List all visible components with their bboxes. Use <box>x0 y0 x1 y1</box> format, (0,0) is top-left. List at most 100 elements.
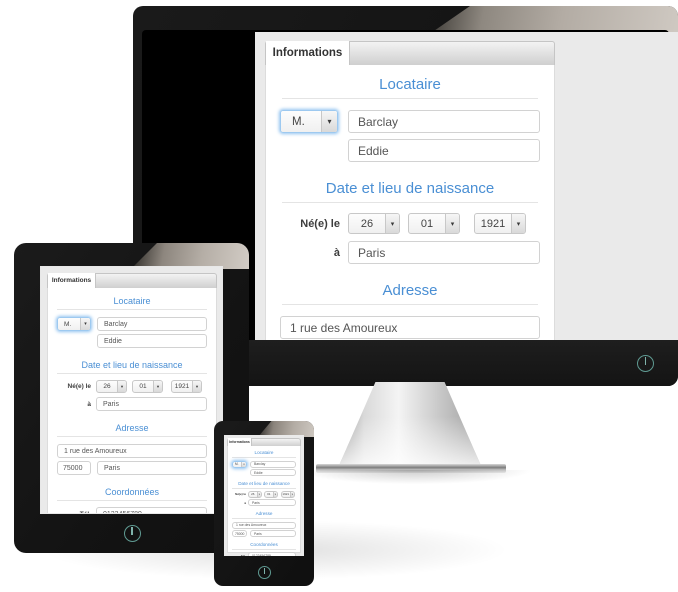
birth-day-select[interactable]: 26 ▾ <box>248 491 262 498</box>
birth-year-select[interactable]: 1921 ▾ <box>474 213 526 234</box>
section-contact-label: Coordonnées <box>104 487 160 497</box>
birth-day-select[interactable]: 26 ▾ <box>96 380 127 393</box>
form-panel: Locataire M. ▾ Barclay Eddie Date et lie… <box>265 65 555 345</box>
power-icon[interactable] <box>123 525 141 542</box>
row-zip-city: 75000 Paris <box>57 461 207 475</box>
firstname-field[interactable]: Eddie <box>250 469 296 476</box>
tab-informations[interactable]: Informations <box>48 273 96 288</box>
select-arrow-icon[interactable]: ▾ <box>289 492 294 497</box>
section-contact-label: Coordonnées <box>250 542 278 547</box>
tel-field[interactable]: 0123456789 <box>96 507 207 514</box>
row-birthplace: à Paris <box>280 241 540 264</box>
city-field[interactable]: Paris <box>97 461 207 475</box>
row-firstname: Eddie <box>232 469 296 476</box>
birth-year-value: 1921 <box>480 217 506 230</box>
phone-app-viewport: Informations Locataire M. ▾ Barclay Eddi… <box>224 435 304 556</box>
birthplace-field[interactable]: Paris <box>248 499 296 506</box>
row-street: 1 rue des Amoureux <box>280 316 540 339</box>
section-tenant-label: Locataire <box>113 296 151 306</box>
row-civility-lastname: M. ▾ Barclay <box>232 460 296 468</box>
row-civility-lastname: M. ▾ Barclay <box>57 317 207 331</box>
birth-year-select[interactable]: 1921 ▾ <box>171 380 202 393</box>
select-arrow-icon[interactable]: ▾ <box>241 461 246 467</box>
select-arrow-icon[interactable]: ▾ <box>321 111 337 132</box>
section-address-label: Adresse <box>255 511 273 516</box>
civility-select[interactable]: M. ▾ <box>57 317 91 331</box>
section-tenant-label: Locataire <box>254 450 274 455</box>
select-arrow-icon[interactable]: ▾ <box>80 318 90 330</box>
power-icon[interactable] <box>258 566 271 579</box>
born-on-label: Né(e) le <box>280 218 340 230</box>
section-heading-birth: Date et lieu de naissance <box>57 352 207 374</box>
birth-month-select[interactable]: 01 ▾ <box>132 380 163 393</box>
birthplace-value: Paris <box>358 245 386 260</box>
section-heading-tenant: Locataire <box>57 288 207 310</box>
civility-select[interactable]: M. ▾ <box>232 460 247 468</box>
select-arrow-icon[interactable]: ▾ <box>272 492 277 497</box>
devices-showcase: Informations Locataire M. ▾ Barclay Eddi… <box>0 0 678 592</box>
born-on-label-text: Né(e) le <box>300 217 340 230</box>
zip-value: 75000 <box>63 464 83 472</box>
desktop-screen: Informations Locataire M. ▾ Barclay Eddi… <box>255 32 678 345</box>
street-field[interactable]: 1 rue des Amoureux <box>280 316 540 339</box>
birth-year-select[interactable]: 1921 ▾ <box>281 491 295 498</box>
select-arrow-icon[interactable]: ▾ <box>511 214 525 233</box>
street-field[interactable]: 1 rue des Amoureux <box>232 521 296 529</box>
firstname-value: Eddie <box>254 470 263 475</box>
section-birth-label: Date et lieu de naissance <box>325 180 495 197</box>
select-arrow-icon[interactable]: ▾ <box>153 381 162 392</box>
zip-value: 75000 <box>235 531 245 536</box>
section-heading-birth: Date et lieu de naissance <box>282 168 538 203</box>
select-arrow-icon[interactable]: ▾ <box>385 214 399 233</box>
birth-month-select[interactable]: 01 ▾ <box>408 213 460 234</box>
tab-informations[interactable]: Informations <box>228 438 252 446</box>
street-value: 1 rue des Amoureux <box>290 320 398 335</box>
tab-informations[interactable]: Informations <box>266 41 350 65</box>
birth-month-value: 01 <box>420 217 434 230</box>
tablet-app-viewport: Informations Locataire M. ▾ Barclay Eddi… <box>41 267 222 513</box>
born-on-label-text: Né(e) le <box>235 492 246 497</box>
section-heading-contact: Coordonnées <box>232 538 296 550</box>
lastname-field[interactable]: Barclay <box>348 110 540 133</box>
birth-day-value: 26 <box>103 383 111 390</box>
civility-select-value: M. <box>64 320 72 328</box>
select-arrow-icon[interactable]: ▾ <box>192 381 201 392</box>
firstname-field[interactable]: Eddie <box>97 334 207 348</box>
city-field[interactable]: Paris <box>250 530 296 537</box>
birthplace-field[interactable]: Paris <box>348 241 540 264</box>
select-arrow-icon[interactable]: ▾ <box>117 381 126 392</box>
row-zip-city: 75000 Paris <box>232 530 296 537</box>
birth-month-select[interactable]: 01 ▾ <box>264 491 278 498</box>
row-tel: Tél. 0123456789 <box>232 552 296 556</box>
lastname-field[interactable]: Barclay <box>97 317 207 331</box>
row-birthplace: à Paris <box>232 499 296 506</box>
firstname-field[interactable]: Eddie <box>348 139 540 162</box>
tab-strip: Informations <box>265 41 555 65</box>
street-field[interactable]: 1 rue des Amoureux <box>57 444 207 458</box>
lastname-field[interactable]: Barclay <box>250 460 296 468</box>
birth-day-select[interactable]: 26 ▾ <box>348 213 400 234</box>
civility-select[interactable]: M. ▾ <box>280 110 338 133</box>
born-on-label: Né(e) le <box>232 492 246 496</box>
city-value: Paris <box>104 464 120 472</box>
select-arrow-icon[interactable]: ▾ <box>256 492 261 497</box>
civility-select-value: M. <box>292 115 305 128</box>
street-value: 1 rue des Amoureux <box>64 447 127 455</box>
section-birth-label: Date et lieu de naissance <box>238 481 290 486</box>
born-at-label-text: à <box>333 246 340 259</box>
section-birth-label: Date et lieu de naissance <box>81 360 183 370</box>
zip-field[interactable]: 75000 <box>57 461 91 475</box>
tab-strip: Informations <box>47 273 217 288</box>
row-birthdate: Né(e) le 26 ▾ 01 ▾ 1921 ▾ <box>232 491 296 498</box>
row-firstname: Eddie <box>57 334 207 348</box>
zip-field[interactable]: 75000 <box>232 530 247 537</box>
row-street: 1 rue des Amoureux <box>57 444 207 458</box>
tel-label: Tél. <box>232 554 246 557</box>
birthplace-field[interactable]: Paris <box>96 397 207 411</box>
tel-field[interactable]: 0123456789 <box>248 552 296 556</box>
tel-value: 0123456789 <box>103 510 142 514</box>
select-arrow-icon[interactable]: ▾ <box>445 214 459 233</box>
section-heading-birth: Date et lieu de naissance <box>232 477 296 489</box>
section-tenant-label: Locataire <box>379 76 441 93</box>
power-icon[interactable] <box>637 355 654 372</box>
